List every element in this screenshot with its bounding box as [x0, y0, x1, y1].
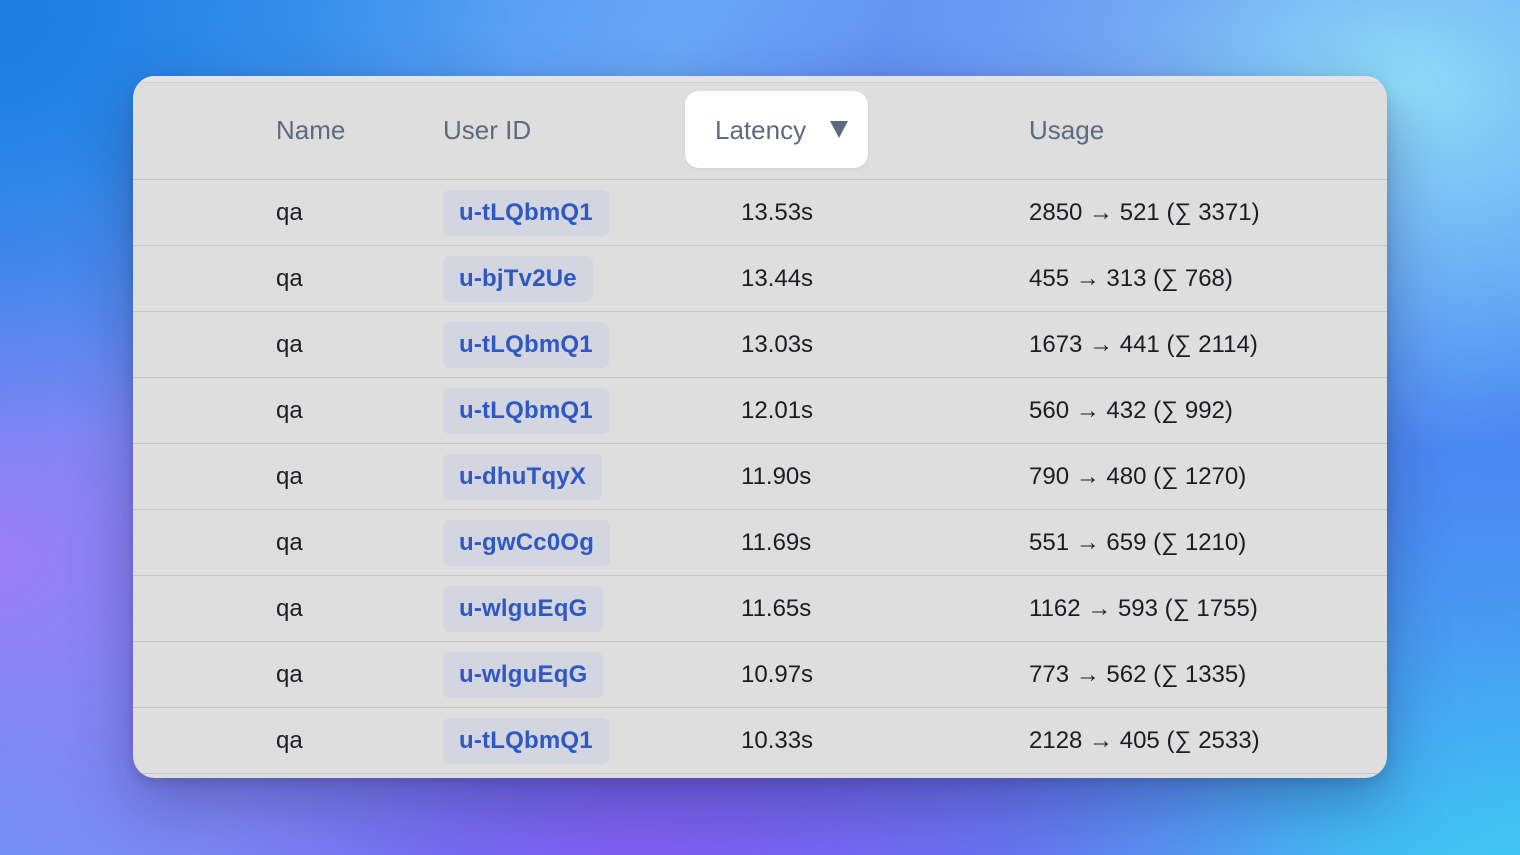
column-header-latency: Latency: [685, 82, 1029, 180]
cell-name: qa: [133, 377, 443, 444]
cell-latency: 11.65s: [741, 575, 1029, 642]
cell-latency: 13.44s: [741, 245, 1029, 312]
cell-latency: 11.90s: [741, 443, 1029, 510]
cell-latency: 12.01s: [741, 377, 1029, 444]
cell-latency: 10.33s: [741, 707, 1029, 774]
cell-user-id: u-gwCc0Og: [443, 509, 741, 576]
cell-name: qa: [133, 245, 443, 312]
cell-latency: 13.53s: [741, 179, 1029, 246]
cell-name: qa: [133, 311, 443, 378]
cell-latency: 13.03s: [741, 311, 1029, 378]
cell-usage: 455 → 313 (∑ 768): [1029, 245, 1387, 312]
cell-name: qa: [133, 509, 443, 576]
cell-user-id: u-tLQbmQ1: [443, 377, 741, 444]
table-row[interactable]: qa u-tLQbmQ1 12.01s 560 → 432 (∑ 992): [133, 377, 1387, 444]
sort-descending-icon: [830, 121, 848, 138]
cell-name: qa: [133, 707, 443, 774]
user-id-link[interactable]: u-wlguEqG: [443, 651, 604, 698]
user-id-link[interactable]: u-tLQbmQ1: [443, 321, 609, 368]
column-header-name[interactable]: Name: [133, 82, 443, 180]
user-id-link[interactable]: u-gwCc0Og: [443, 519, 611, 566]
cell-user-id: u-wlguEqG: [443, 641, 741, 708]
table-row[interactable]: qa u-tLQbmQ1 13.53s 2850 → 521 (∑ 3371): [133, 179, 1387, 246]
table-header: Name User ID Latency Usage: [133, 82, 1387, 180]
user-id-link[interactable]: u-bjTv2Ue: [443, 255, 593, 302]
cell-user-id: u-dhuTqyX: [443, 443, 741, 510]
latency-sort-button[interactable]: Latency: [685, 91, 868, 168]
cell-usage: 1162 → 593 (∑ 1755): [1029, 575, 1387, 642]
table-row[interactable]: qa u-wlguEqG 11.65s 1162 → 593 (∑ 1755): [133, 575, 1387, 642]
cell-usage: 560 → 432 (∑ 992): [1029, 377, 1387, 444]
cell-usage: 2128 → 405 (∑ 2533): [1029, 707, 1387, 774]
cell-user-id: u-bjTv2Ue: [443, 245, 741, 312]
table-body: qa u-tLQbmQ1 13.53s 2850 → 521 (∑ 3371) …: [133, 179, 1387, 774]
table-row[interactable]: qa u-gwCc0Og 11.69s 551 → 659 (∑ 1210): [133, 509, 1387, 576]
cell-usage: 2850 → 521 (∑ 3371): [1029, 179, 1387, 246]
cell-latency: 10.97s: [741, 641, 1029, 708]
table-row[interactable]: qa u-dhuTqyX 11.90s 790 → 480 (∑ 1270): [133, 443, 1387, 510]
cell-name: qa: [133, 641, 443, 708]
table-row[interactable]: qa u-bjTv2Ue 13.44s 455 → 313 (∑ 768): [133, 245, 1387, 312]
cell-usage: 773 → 562 (∑ 1335): [1029, 641, 1387, 708]
column-header-latency-label: Latency: [715, 115, 807, 145]
cell-user-id: u-tLQbmQ1: [443, 179, 741, 246]
cell-latency: 11.69s: [741, 509, 1029, 576]
table-row[interactable]: qa u-tLQbmQ1 13.03s 1673 → 441 (∑ 2114): [133, 311, 1387, 378]
cell-usage: 551 → 659 (∑ 1210): [1029, 509, 1387, 576]
table-row[interactable]: qa u-wlguEqG 10.97s 773 → 562 (∑ 1335): [133, 641, 1387, 708]
cell-usage: 1673 → 441 (∑ 2114): [1029, 311, 1387, 378]
user-id-link[interactable]: u-tLQbmQ1: [443, 189, 609, 236]
table-row[interactable]: qa u-tLQbmQ1 10.33s 2128 → 405 (∑ 2533): [133, 707, 1387, 774]
user-id-link[interactable]: u-dhuTqyX: [443, 453, 603, 500]
column-header-user-id-label: User ID: [443, 115, 532, 145]
cell-user-id: u-wlguEqG: [443, 575, 741, 642]
cell-name: qa: [133, 179, 443, 246]
cell-name: qa: [133, 575, 443, 642]
column-header-usage[interactable]: Usage: [1029, 82, 1387, 180]
traces-table-card: Name User ID Latency Usage qa u-tLQbmQ1 …: [133, 76, 1387, 778]
column-header-usage-label: Usage: [1029, 115, 1105, 145]
user-id-link[interactable]: u-tLQbmQ1: [443, 717, 609, 764]
cell-name: qa: [133, 443, 443, 510]
cell-user-id: u-tLQbmQ1: [443, 311, 741, 378]
traces-table: Name User ID Latency Usage qa u-tLQbmQ1 …: [133, 82, 1387, 774]
user-id-link[interactable]: u-tLQbmQ1: [443, 387, 609, 434]
column-header-name-label: Name: [276, 115, 346, 145]
header-row: Name User ID Latency Usage: [133, 82, 1387, 180]
cell-usage: 790 → 480 (∑ 1270): [1029, 443, 1387, 510]
user-id-link[interactable]: u-wlguEqG: [443, 585, 604, 632]
cell-user-id: u-tLQbmQ1: [443, 707, 741, 774]
